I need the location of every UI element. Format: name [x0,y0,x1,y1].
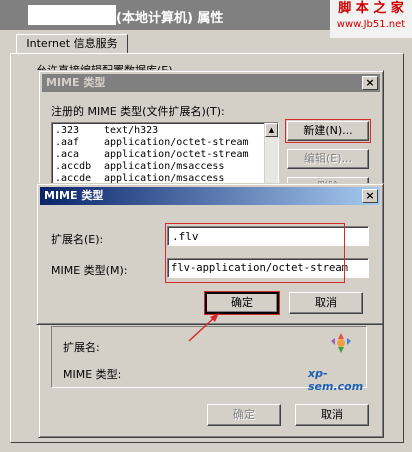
main-titlebar: (本地计算机) 属性 脚 本 之 家 www.Jb51.net [0,0,412,38]
edit-button[interactable]: 编辑(E)... [287,149,369,169]
close-icon[interactable]: × [362,189,378,203]
ok-label: 确定 [233,408,255,421]
edit-button-label: 编辑(E)... [303,152,353,165]
watermark-url: www.Jb51.net [336,19,406,30]
list-item[interactable]: .aaf [55,137,79,150]
highlight-box [165,223,345,283]
list-scrollbar[interactable]: ▲ [264,123,278,183]
mime-type-listbox[interactable]: .323 .aaf .aca .accdb .accde text/h323 a… [51,122,279,184]
list-type: application/octet-stream [104,137,249,148]
list-type-col: text/h323 application/octet-stream appli… [104,125,249,183]
xp-sem-logo: xp-sem.com [306,325,376,393]
list-type: text/h323 [104,125,159,136]
details-ext-label: 扩展名: [63,341,100,354]
new-button-label: 新建(N)... [303,124,353,137]
list-item[interactable]: .aca [55,149,79,162]
cancel-label: 取消 [321,408,343,421]
list-item[interactable]: .accdb [55,161,91,174]
ok-button-label: 确定 [231,296,253,309]
close-icon[interactable]: × [362,76,378,90]
list-type: application/octet-stream [104,149,249,160]
tab-label: Internet 信息服务 [26,37,118,50]
mime-list-title: MIME 类型 [46,76,106,89]
mime-list-label: 注册的 MIME 类型(文件扩展名)(T): [51,105,225,118]
xp-sem-logo-icon [331,333,351,353]
watermark-site: 脚 本 之 家 www.Jb51.net [330,0,412,38]
ok-button-list[interactable]: 确定 [207,404,281,426]
list-type: application/msaccess [104,161,225,172]
mime-edit-dialog: MIME 类型 × 扩展名(E): .flv MIME 类型(M): flv-a… [36,183,384,325]
annotation-arrow [188,313,219,342]
cancel-button[interactable]: 取消 [289,292,363,314]
mime-list-titlebar: MIME 类型 × [42,74,380,92]
logo-text: xp-sem.com [308,367,364,393]
cancel-button-list[interactable]: 取消 [295,404,369,426]
redacted-computer-name [28,5,116,25]
tab-internet-info[interactable]: Internet 信息服务 [16,34,128,54]
watermark-cn: 脚 本 之 家 [338,1,404,16]
ext-label: 扩展名(E): [51,233,104,246]
scroll-up-arrow[interactable]: ▲ [265,123,278,137]
mime-edit-title: MIME 类型 [44,189,104,202]
cancel-button-label: 取消 [315,296,337,309]
type-label: MIME 类型(M): [51,264,128,277]
details-type-label: MIME 类型: [63,368,122,381]
list-item[interactable]: .323 [55,125,79,138]
mime-edit-titlebar: MIME 类型 × [40,187,380,205]
window-title: (本地计算机) 属性 [116,11,224,26]
new-button[interactable]: 新建(N)... [285,119,371,143]
